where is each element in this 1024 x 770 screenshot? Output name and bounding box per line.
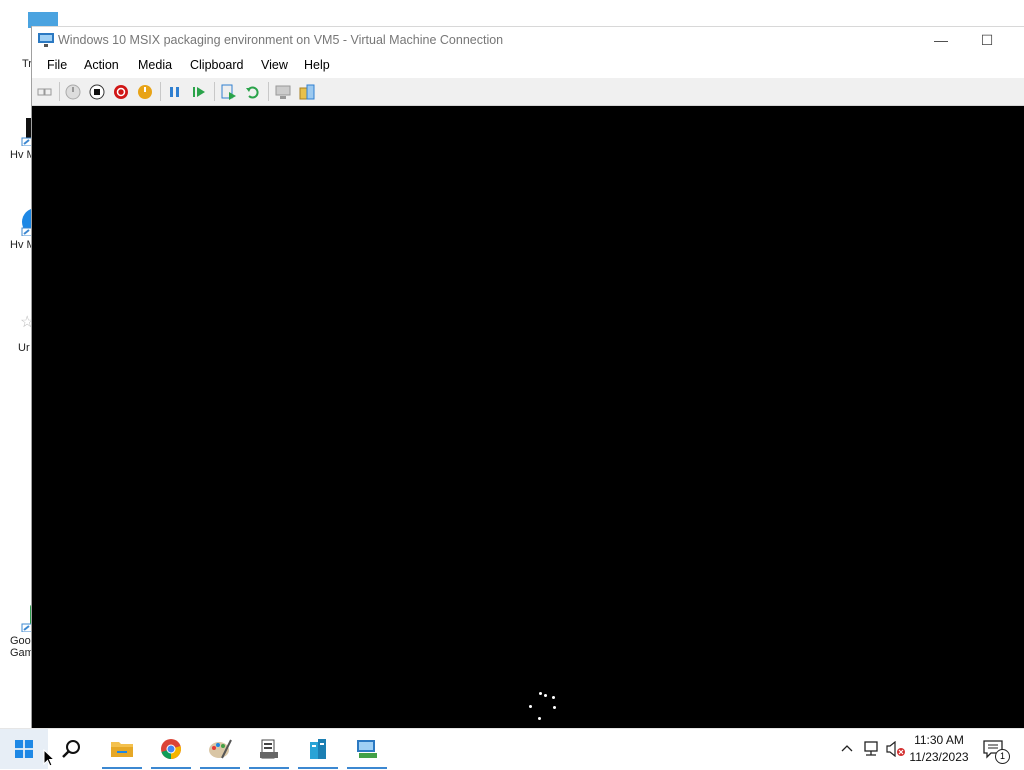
menu-media[interactable]: Media — [138, 58, 172, 72]
network-button[interactable] — [860, 729, 882, 769]
save-icon[interactable] — [136, 83, 154, 101]
chrome-icon — [161, 739, 181, 759]
windows-logo-icon — [15, 740, 33, 758]
toolbar — [32, 78, 1024, 106]
taskbar-paint[interactable] — [196, 729, 244, 769]
notification-count-badge: 1 — [995, 749, 1010, 764]
window-title: Windows 10 MSIX packaging environment on… — [58, 33, 504, 47]
show-hidden-icons-button[interactable] — [838, 729, 856, 769]
volume-button[interactable] — [884, 729, 906, 769]
minimize-button[interactable]: — — [918, 27, 964, 54]
paint-icon — [209, 739, 232, 759]
buildings-icon — [310, 739, 326, 759]
taskbar-active-indicator — [298, 767, 338, 769]
clock-time: 11:30 AM — [914, 733, 964, 747]
enhanced-session-icon[interactable] — [274, 83, 292, 101]
maximize-button[interactable]: ☐ — [964, 27, 1010, 54]
volume-muted-icon — [886, 741, 905, 757]
menu-action[interactable]: Action — [84, 58, 119, 72]
network-icon — [864, 741, 878, 756]
resume-icon[interactable] — [190, 83, 208, 101]
taskbar-active-indicator — [200, 767, 240, 769]
start-button[interactable] — [0, 729, 48, 769]
taskbar-active-indicator — [102, 767, 142, 769]
search-icon — [62, 740, 80, 758]
checkpoint-icon[interactable] — [220, 83, 238, 101]
search-button[interactable] — [48, 729, 96, 769]
action-center-button[interactable]: 1 — [980, 729, 1010, 769]
spinner-dot — [553, 706, 556, 709]
spinner-dot — [538, 717, 541, 720]
vm-display[interactable] — [32, 106, 1024, 728]
revert-icon[interactable] — [244, 83, 262, 101]
menu-help[interactable]: Help — [304, 58, 330, 72]
share-icon[interactable] — [298, 83, 316, 101]
menu-file[interactable]: File — [47, 58, 67, 72]
toolbar-separator — [59, 82, 60, 101]
chevron-up-icon — [841, 745, 853, 752]
menu-view[interactable]: View — [261, 58, 288, 72]
vm-connection-app-icon — [38, 33, 54, 47]
pause-icon[interactable] — [166, 83, 184, 101]
taskbar-active-indicator — [347, 767, 387, 769]
turn-off-icon[interactable] — [88, 83, 106, 101]
taskbar-file-explorer[interactable] — [98, 729, 146, 769]
spinner-dot — [539, 692, 542, 695]
taskbar-active-indicator — [151, 767, 191, 769]
taskbar-chrome[interactable] — [147, 729, 195, 769]
menu-clipboard[interactable]: Clipboard — [190, 58, 244, 72]
ctrl-alt-del-icon[interactable] — [36, 83, 54, 101]
spinner-dot — [544, 694, 547, 697]
taskbar-clock[interactable]: 11:30 AM 11/23/2023 — [904, 732, 974, 766]
spinner-dot — [552, 696, 555, 699]
taskbar-buildings-app[interactable] — [294, 729, 342, 769]
title-bar[interactable]: Windows 10 MSIX packaging environment on… — [32, 26, 1024, 54]
menu-bar: File Action Media Clipboard View Help — [32, 53, 1024, 78]
taskbar-server-app[interactable] — [245, 729, 293, 769]
shut-down-icon[interactable] — [112, 83, 130, 101]
folder-icon — [111, 742, 133, 757]
toolbar-separator — [268, 82, 269, 101]
start-icon[interactable] — [64, 83, 82, 101]
hyperv-icon — [357, 740, 377, 758]
vm-connection-window[interactable]: Windows 10 MSIX packaging environment on… — [31, 26, 1024, 728]
spinner-dot — [529, 705, 532, 708]
taskbar-active-indicator — [249, 767, 289, 769]
clock-date: 11/23/2023 — [909, 750, 969, 764]
server-manager-icon — [260, 739, 278, 759]
toolbar-separator — [214, 82, 215, 101]
toolbar-separator — [160, 82, 161, 101]
taskbar: 11:30 AM 11/23/2023 1 — [0, 728, 1024, 769]
taskbar-hyperv-app[interactable] — [343, 729, 391, 769]
